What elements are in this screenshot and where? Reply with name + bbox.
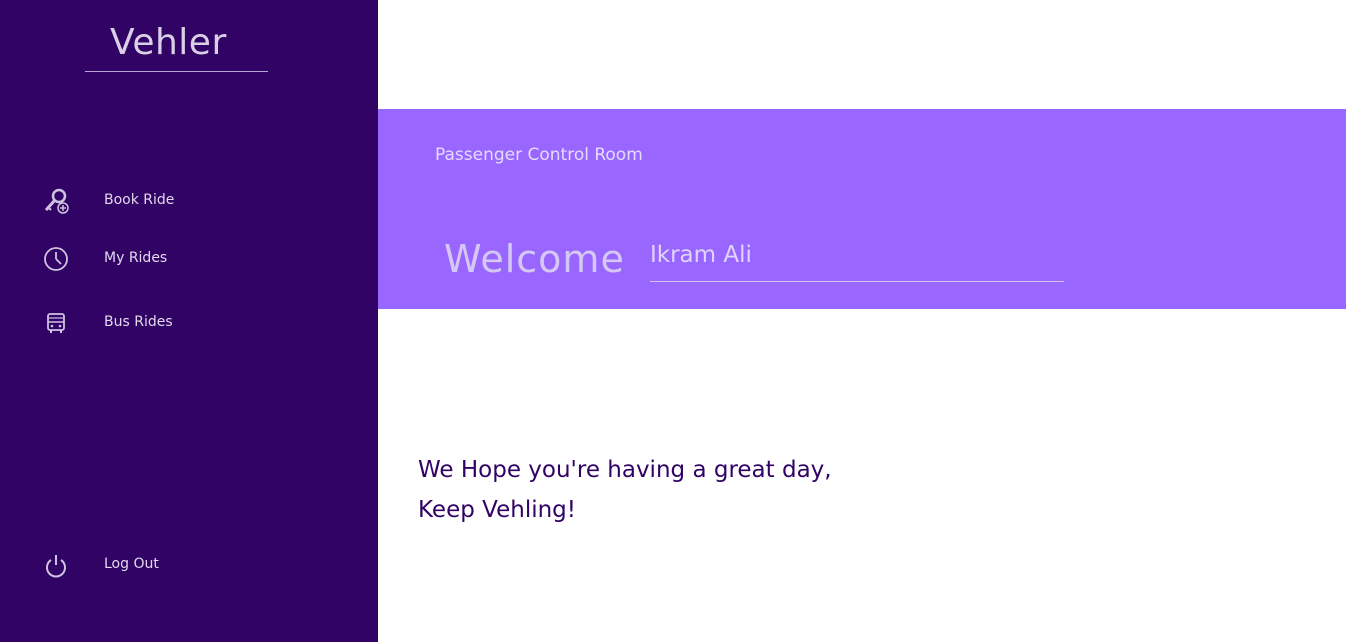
sidebar-item-bus-rides[interactable]: Bus Rides [0, 303, 378, 343]
clock-icon [42, 245, 70, 273]
logout-label: Log Out [104, 556, 159, 572]
passenger-name-field[interactable] [650, 235, 1064, 282]
welcome-banner: Passenger Control Room Welcome [378, 109, 1346, 309]
page-subtitle: Passenger Control Room [435, 145, 643, 165]
sidebar-item-label: My Rides [104, 250, 168, 266]
sidebar-item-label: Book Ride [104, 192, 175, 208]
sidebar: Vehler Book Ride My Rides Bus Rides Log … [0, 0, 378, 642]
greeting-message: We Hope you're having a great day, Keep … [418, 450, 832, 530]
sidebar-item-book-ride[interactable]: Book Ride [0, 181, 378, 221]
bus-icon [42, 309, 70, 337]
key-add-icon [42, 187, 70, 215]
welcome-heading: Welcome [444, 237, 625, 281]
logout-button[interactable]: Log Out [0, 545, 378, 585]
sidebar-item-my-rides[interactable]: My Rides [0, 239, 378, 279]
power-icon [42, 551, 70, 579]
brand-logo[interactable]: Vehler [85, 18, 268, 72]
sidebar-item-label: Bus Rides [104, 314, 173, 330]
greeting-line-1: We Hope you're having a great day, [418, 457, 832, 483]
greeting-line-2: Keep Vehling! [418, 497, 577, 523]
